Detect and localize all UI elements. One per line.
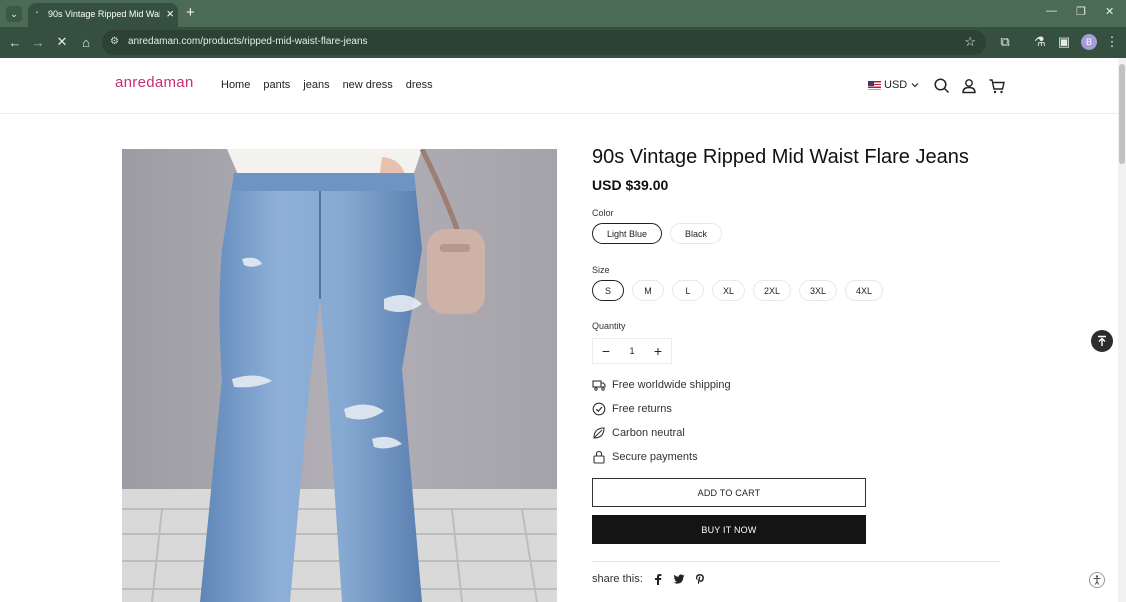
facebook-icon[interactable] xyxy=(652,573,664,585)
increase-quantity-button[interactable]: + xyxy=(650,343,666,359)
product-title: 90s Vintage Ripped Mid Waist Flare Jeans xyxy=(592,146,969,168)
cart-icon[interactable] xyxy=(988,77,1006,95)
nav-dress[interactable]: dress xyxy=(406,79,433,91)
color-options: Light Blue Black xyxy=(592,223,723,244)
truck-icon xyxy=(592,380,606,391)
new-tab-button[interactable]: + xyxy=(186,4,195,21)
lab-icon[interactable]: ⚗ xyxy=(1032,34,1048,50)
size-option-xl[interactable]: XL xyxy=(712,280,746,301)
side-panel-icon[interactable]: ▣ xyxy=(1056,34,1072,50)
pinterest-icon[interactable] xyxy=(694,573,706,585)
feature-payments-text: Secure payments xyxy=(612,451,698,463)
currency-selector[interactable]: USD xyxy=(868,79,920,91)
nav-pants[interactable]: pants xyxy=(263,79,290,91)
store-logo[interactable]: anredaman xyxy=(115,74,194,91)
account-icon[interactable] xyxy=(960,77,978,95)
bookmark-star-icon[interactable]: ☆ xyxy=(964,34,976,50)
nav-new-dress[interactable]: new dress xyxy=(343,79,393,91)
feature-shipping-text: Free worldwide shipping xyxy=(612,379,731,391)
size-option-2xl[interactable]: 2XL xyxy=(753,280,792,301)
loading-icon: ⠂ xyxy=(35,8,42,18)
size-option-m[interactable]: M xyxy=(632,280,664,301)
site-info-icon[interactable]: ⚙ xyxy=(110,36,122,48)
quantity-label: Quantity xyxy=(592,321,626,331)
active-tab[interactable]: ⠂ 90s Vintage Ripped Mid Waist × xyxy=(28,3,178,27)
minimize-icon[interactable]: — xyxy=(1046,5,1057,17)
size-option-l[interactable]: L xyxy=(672,280,704,301)
browser-toolbar: ← → ✕ ⌂ ⚙ anredaman.com/products/ripped-… xyxy=(0,27,1126,58)
back-to-top-button[interactable] xyxy=(1091,330,1113,352)
extensions-icon[interactable]: ⧉ xyxy=(997,34,1013,50)
feature-shipping: Free worldwide shipping xyxy=(592,378,731,392)
lock-icon xyxy=(593,450,605,464)
share-label: share this: xyxy=(592,573,643,585)
feature-returns-text: Free returns xyxy=(612,403,672,415)
close-tab-icon[interactable]: × xyxy=(166,6,174,21)
feature-carbon-text: Carbon neutral xyxy=(612,427,685,439)
leaf-icon xyxy=(593,427,605,439)
stop-loading-icon[interactable]: ✕ xyxy=(54,34,70,50)
size-option-4xl[interactable]: 4XL xyxy=(845,280,884,301)
accessibility-widget-button[interactable] xyxy=(1089,572,1105,588)
check-circle-icon xyxy=(592,402,606,416)
product-price: USD $39.00 xyxy=(592,177,669,193)
browser-menu-icon[interactable]: ⋮ xyxy=(1104,34,1120,50)
accessibility-icon xyxy=(1093,575,1101,585)
restore-icon[interactable]: ❐ xyxy=(1076,5,1086,18)
tab-title: 90s Vintage Ripped Mid Waist xyxy=(48,9,160,19)
size-option-3xl[interactable]: 3XL xyxy=(799,280,838,301)
web-page: anredaman Home pants jeans new dress dre… xyxy=(0,58,1118,602)
quantity-value[interactable]: 1 xyxy=(629,346,634,356)
product-image[interactable] xyxy=(122,149,557,602)
close-window-icon[interactable]: ✕ xyxy=(1105,5,1114,18)
quantity-stepper: − 1 + xyxy=(592,338,672,364)
url-text[interactable]: anredaman.com/products/ripped-mid-waist-… xyxy=(128,36,368,47)
page-scrollbar[interactable] xyxy=(1118,58,1126,602)
feature-carbon: Carbon neutral xyxy=(592,426,685,440)
jeans-photo-illustration xyxy=(122,149,557,602)
divider xyxy=(592,561,1000,562)
address-bar[interactable]: ⚙ anredaman.com/products/ripped-mid-wais… xyxy=(102,30,986,55)
profile-avatar[interactable]: B xyxy=(1081,34,1097,50)
color-label: Color xyxy=(592,208,614,218)
forward-icon[interactable]: → xyxy=(30,34,46,50)
site-header: anredaman Home pants jeans new dress dre… xyxy=(0,58,1118,114)
twitter-icon[interactable] xyxy=(673,573,685,585)
color-option-black[interactable]: Black xyxy=(670,223,723,244)
feature-returns: Free returns xyxy=(592,402,672,416)
search-icon[interactable] xyxy=(933,77,951,95)
browser-tab-bar: ⌄ ⠂ 90s Vintage Ripped Mid Waist × + — ❐… xyxy=(0,0,1126,27)
home-icon[interactable]: ⌂ xyxy=(78,34,94,50)
size-option-s[interactable]: S xyxy=(592,280,624,301)
color-option-light-blue[interactable]: Light Blue xyxy=(592,223,663,244)
share-row: share this: xyxy=(592,573,706,585)
add-to-cart-button[interactable]: ADD TO CART xyxy=(592,478,866,507)
nav-home[interactable]: Home xyxy=(221,79,250,91)
feature-payments: Secure payments xyxy=(592,450,698,464)
scrollbar-thumb[interactable] xyxy=(1119,64,1125,164)
back-icon[interactable]: ← xyxy=(7,34,23,50)
decrease-quantity-button[interactable]: − xyxy=(598,343,614,359)
arrow-up-icon xyxy=(1098,335,1106,346)
nav-jeans[interactable]: jeans xyxy=(303,79,329,91)
tab-search-button[interactable]: ⌄ xyxy=(6,6,22,22)
buy-it-now-button[interactable]: BUY IT NOW xyxy=(592,515,866,544)
chevron-down-icon xyxy=(911,83,919,88)
main-navigation: Home pants jeans new dress dress xyxy=(221,79,433,91)
size-options: S M L XL 2XL 3XL 4XL xyxy=(592,280,884,301)
size-label: Size xyxy=(592,265,610,275)
us-flag-icon xyxy=(868,80,881,90)
currency-code: USD xyxy=(884,79,908,91)
